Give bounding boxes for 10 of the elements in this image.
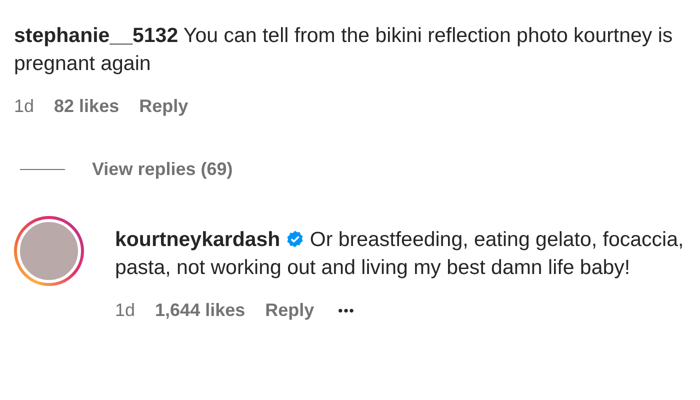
- more-options-button[interactable]: •••: [338, 303, 355, 318]
- comment-time: 1d: [14, 96, 34, 117]
- comment-text: stephanie__5132 You can tell from the bikini reflection photo kourtney is pregnant again: [14, 23, 674, 77]
- reply-text: kourtneykardash Or breastfeeding, eating gelato, focaccia, pasta, not working out and living my best damn life baby!: [115, 227, 685, 281]
- reply-button[interactable]: Reply: [139, 96, 188, 117]
- like-count: 82 likes: [54, 96, 120, 117]
- reply-button[interactable]: Reply: [265, 300, 314, 321]
- like-count: 1,644 likes: [155, 300, 246, 321]
- comment-time: 1d: [115, 300, 136, 321]
- view-replies-button[interactable]: View replies (69): [92, 159, 233, 180]
